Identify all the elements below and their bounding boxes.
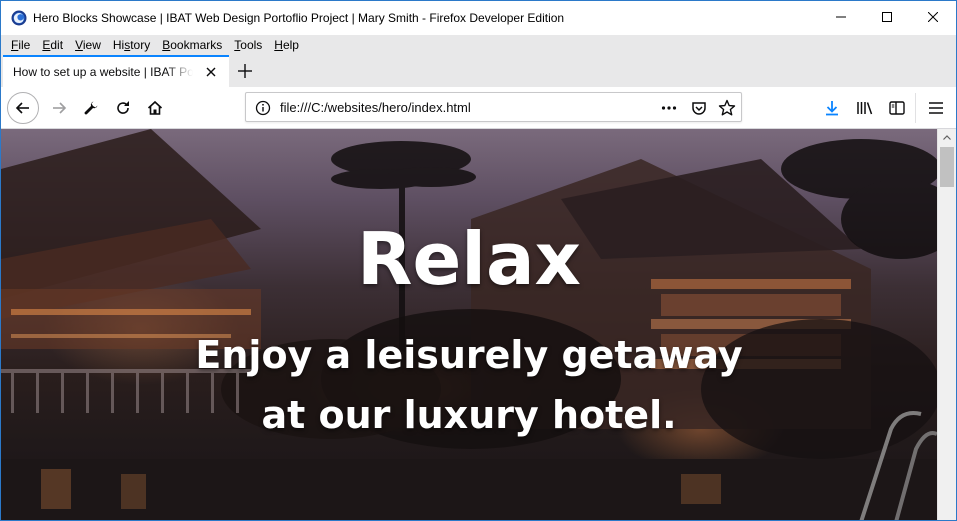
maximize-icon	[882, 11, 892, 25]
wrench-icon[interactable]	[75, 92, 107, 124]
menu-view-accel: V	[75, 38, 83, 52]
bookmark-star-icon[interactable]	[716, 97, 738, 119]
menu-bar: File Edit View History Bookmarks Tools H…	[1, 35, 956, 55]
new-tab-icon[interactable]	[233, 59, 257, 83]
info-icon[interactable]	[254, 99, 272, 117]
tab-active[interactable]: How to set up a website | IBAT Portfolio	[3, 55, 229, 87]
menu-tools-label: ools	[240, 38, 263, 52]
forward-icon[interactable]	[43, 92, 75, 124]
firefox-icon	[11, 10, 27, 26]
menu-edit-label: dit	[50, 38, 64, 52]
menu-view-label: iew	[82, 38, 101, 52]
hero-block: Relax Enjoy a leisurely getaway at our l…	[1, 129, 937, 520]
window-controls	[818, 1, 956, 35]
menu-file-label: ile	[18, 38, 31, 52]
hamburger-menu-icon[interactable]	[920, 92, 952, 124]
title-bar: Hero Blocks Showcase | IBAT Web Design P…	[1, 1, 956, 35]
minimize-icon	[836, 11, 846, 25]
url-bar[interactable]: file:///C:/websites/hero/index.html	[245, 92, 742, 122]
maximize-button[interactable]	[864, 1, 910, 35]
more-icon[interactable]	[658, 97, 680, 119]
menu-view[interactable]: View	[69, 38, 107, 52]
scroll-up-icon[interactable]	[938, 129, 956, 146]
tab-close-icon[interactable]	[203, 64, 219, 80]
browser-window: Hero Blocks Showcase | IBAT Web Design P…	[0, 0, 957, 521]
tab-label: How to set up a website | IBAT Portfolio	[13, 65, 193, 79]
url-input[interactable]: file:///C:/websites/hero/index.html	[280, 100, 471, 115]
pocket-icon[interactable]	[688, 97, 710, 119]
tab-strip: How to set up a website | IBAT Portfolio	[1, 55, 956, 87]
menu-help-label: elp	[282, 38, 299, 52]
download-icon[interactable]	[816, 92, 848, 124]
vertical-scrollbar[interactable]	[937, 129, 956, 520]
menu-bookmarks-label: ookmarks	[170, 38, 223, 52]
menu-bookmarks[interactable]: Bookmarks	[156, 38, 228, 52]
minimize-button[interactable]	[818, 1, 864, 35]
library-icon[interactable]	[849, 92, 881, 124]
menu-tools[interactable]: Tools	[228, 38, 268, 52]
scrollbar-thumb[interactable]	[940, 147, 954, 187]
close-icon	[927, 11, 939, 25]
window-title: Hero Blocks Showcase | IBAT Web Design P…	[33, 11, 565, 25]
menu-history-pre: Hi	[112, 38, 125, 52]
toolbar-divider	[915, 93, 916, 123]
menu-help[interactable]: Help	[268, 38, 305, 52]
hero-subtitle: Enjoy a leisurely getaway at our luxury …	[195, 333, 743, 437]
home-icon[interactable]	[139, 92, 171, 124]
menu-file[interactable]: File	[5, 38, 36, 52]
hero-text-block: Relax Enjoy a leisurely getaway at our l…	[1, 129, 937, 520]
close-window-button[interactable]	[910, 1, 956, 35]
sidebar-icon[interactable]	[881, 92, 913, 124]
navigation-toolbar: file:///C:/websites/hero/index.html	[1, 87, 956, 129]
menu-help-accel: H	[274, 38, 283, 52]
menu-edit[interactable]: Edit	[36, 38, 69, 52]
menu-history-label: tory	[130, 38, 151, 52]
back-icon[interactable]	[7, 92, 39, 124]
reload-icon[interactable]	[107, 92, 139, 124]
menu-history[interactable]: History	[107, 38, 156, 52]
hero-title: Relax	[357, 217, 581, 301]
page-content: Relax Enjoy a leisurely getaway at our l…	[1, 129, 937, 520]
